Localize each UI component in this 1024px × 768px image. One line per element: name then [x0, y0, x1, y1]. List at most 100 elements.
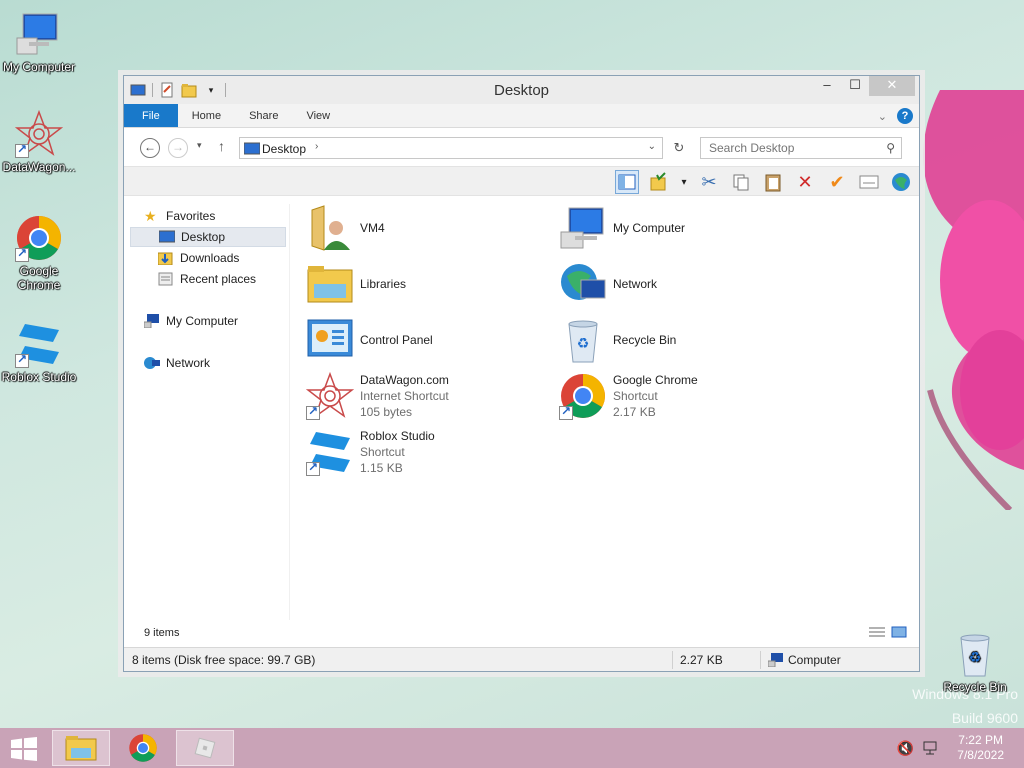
svg-text:♻: ♻	[577, 335, 590, 351]
file-list: VM4 My Computer Libraries Network Contro…	[304, 201, 914, 621]
computer-icon	[767, 653, 784, 670]
file-item-recycle-bin[interactable]: ♻ Recycle Bin	[559, 315, 809, 365]
properties-toolbar-icon[interactable]	[857, 170, 881, 194]
details-view-icon[interactable]	[869, 626, 885, 641]
clock[interactable]: 7:22 PM 7/8/2022	[957, 733, 1004, 763]
file-item-libraries[interactable]: Libraries	[306, 259, 556, 309]
maximize-button[interactable]: ☐	[841, 76, 869, 96]
tab-share[interactable]: Share	[235, 104, 292, 127]
nav-downloads[interactable]: Downloads	[130, 248, 286, 268]
computer-icon	[143, 314, 160, 329]
globe-icon[interactable]	[889, 170, 913, 194]
file-item-roblox-studio[interactable]: Roblox Studio Shortcut 1.15 KB	[306, 427, 556, 477]
nav-label: Downloads	[180, 251, 240, 265]
network-icon	[559, 260, 607, 308]
file-item-control-panel[interactable]: Control Panel	[306, 315, 556, 365]
item-name: Control Panel	[360, 333, 433, 347]
breadcrumb-chevron-icon[interactable]: ›	[315, 141, 318, 152]
desktop-icon-datawagon[interactable]: DataWagon...	[0, 109, 78, 174]
status-free-space: 8 items (Disk free space: 99.7 GB)	[132, 653, 316, 667]
recycle-bin-icon: ♻	[951, 630, 999, 678]
explorer-window: ▾ Desktop ‒ ☐ ✕ File Home Share View ⌄ ?…	[123, 75, 920, 672]
minimize-button[interactable]: ‒	[813, 76, 841, 96]
address-text: Desktop	[262, 142, 307, 156]
tab-view[interactable]: View	[292, 104, 344, 127]
navigation-pane: ★ Favorites Desktop Downloads Recent pla…	[130, 204, 290, 620]
item-name: My Computer	[613, 221, 686, 235]
chrome-icon	[15, 214, 63, 262]
system-tray: 🔇	[897, 740, 938, 759]
select-dropdown-icon[interactable]: ▾	[679, 170, 689, 194]
nav-label: Desktop	[181, 230, 226, 244]
item-name: Network	[613, 277, 658, 291]
copy-icon[interactable]	[729, 170, 753, 194]
tab-file[interactable]: File	[124, 104, 178, 127]
divider	[760, 651, 761, 669]
cut-icon[interactable]: ✂	[697, 170, 721, 194]
desktop-icon-google-chrome[interactable]: Google Chrome	[0, 214, 78, 292]
recent-places-icon	[158, 272, 174, 286]
title-bar[interactable]: ▾ Desktop ‒ ☐ ✕	[124, 76, 919, 104]
item-size: 1.15 KB	[360, 461, 403, 475]
taskbar-roblox[interactable]	[176, 730, 234, 766]
help-icon[interactable]: ?	[897, 108, 913, 124]
desktop-icon-label: Roblox Studio	[1, 370, 77, 384]
forward-button[interactable]: →	[168, 138, 188, 158]
nav-label: Recent places	[180, 272, 257, 286]
up-arrow-icon[interactable]: ↑	[218, 138, 225, 154]
expand-ribbon-icon[interactable]: ⌄	[878, 110, 887, 123]
file-item-google-chrome[interactable]: Google Chrome Shortcut 2.17 KB	[559, 371, 809, 421]
nav-my-computer[interactable]: My Computer	[143, 311, 300, 331]
file-item-vm4[interactable]: VM4	[306, 203, 556, 253]
datawagon-icon	[14, 109, 64, 158]
file-item-my-computer[interactable]: My Computer	[559, 203, 809, 253]
search-input[interactable]	[701, 138, 871, 158]
search-box[interactable]: ⚲	[700, 137, 902, 159]
nav-desktop[interactable]: Desktop	[130, 227, 286, 247]
address-field[interactable]: Desktop › ⌄ ↻	[239, 137, 684, 159]
large-icons-view-icon[interactable]	[891, 626, 907, 641]
desktop-icon-label: Recycle Bin	[943, 680, 1007, 694]
svg-text:♻: ♻	[969, 649, 982, 665]
nav-label: Favorites	[166, 209, 216, 223]
shortcut-arrow-icon	[559, 404, 573, 420]
item-name: Roblox Studio	[360, 429, 435, 443]
preview-pane-icon[interactable]	[615, 170, 639, 194]
item-count-row: 9 items	[124, 624, 919, 644]
close-button[interactable]: ✕	[869, 76, 915, 96]
refresh-icon[interactable]: ↻	[668, 140, 690, 158]
desktop-icon-recycle-bin[interactable]: ♻ Recycle Bin	[936, 630, 1014, 694]
shortcut-arrow-icon	[15, 246, 29, 262]
datawagon-icon	[305, 371, 355, 420]
nav-recent-places[interactable]: Recent places	[130, 269, 286, 289]
volume-muted-icon[interactable]: 🔇	[897, 740, 914, 759]
nav-favorites[interactable]: ★ Favorites	[144, 206, 300, 226]
network-status-icon[interactable]	[922, 740, 938, 759]
file-item-network[interactable]: Network	[559, 259, 809, 309]
nav-network[interactable]: Network	[144, 353, 300, 373]
delete-icon[interactable]: ✕	[793, 170, 817, 194]
paste-icon[interactable]	[761, 170, 785, 194]
desktop-icon	[158, 230, 176, 244]
back-button[interactable]: ←	[140, 138, 160, 158]
select-icon[interactable]	[647, 170, 671, 194]
item-count: 9 items	[144, 627, 180, 639]
taskbar-google-chrome[interactable]	[114, 730, 172, 766]
file-item-datawagon[interactable]: DataWagon.com Internet Shortcut 105 byte…	[305, 371, 556, 421]
taskbar-file-explorer[interactable]	[52, 730, 110, 766]
chrome-icon	[559, 372, 607, 420]
search-icon[interactable]: ⚲	[886, 141, 895, 155]
item-name: Recycle Bin	[613, 333, 677, 347]
address-dropdown-icon[interactable]: ⌄	[648, 141, 656, 152]
tab-home[interactable]: Home	[178, 104, 235, 127]
ribbon-tabs: File Home Share View ⌄ ?	[124, 104, 919, 128]
rename-check-icon[interactable]: ✔	[825, 170, 849, 194]
status-location: Computer	[788, 653, 841, 667]
desktop-icon-label: Google Chrome	[17, 264, 61, 292]
desktop-icon-roblox-studio[interactable]: Roblox Studio	[0, 320, 78, 384]
status-size: 2.27 KB	[680, 653, 723, 667]
desktop-icon-my-computer[interactable]: My Computer	[0, 10, 78, 74]
network-icon	[144, 356, 160, 370]
start-button[interactable]	[10, 737, 38, 761]
recent-locations-icon[interactable]: ▾	[197, 140, 202, 151]
